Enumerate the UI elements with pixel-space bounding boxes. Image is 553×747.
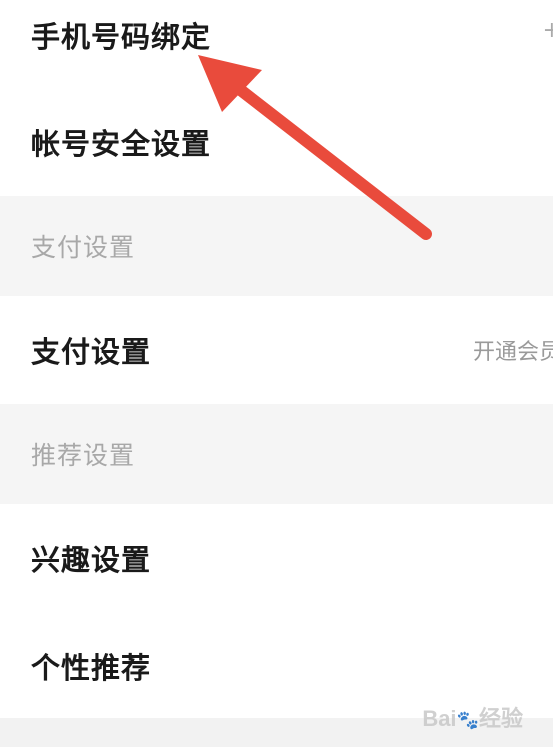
payment-section-title: 支付设置 <box>31 233 136 262</box>
payment-settings-row[interactable]: 支付设置 开通会员 <box>0 296 553 404</box>
personal-recommend-label: 个性推荐 <box>31 651 152 685</box>
payment-settings-value: 开通会员 <box>472 340 553 365</box>
settings-page: 手机号码绑定 + 帐号安全设置 支付设置 支付设置 开通会员 推荐设置 兴趣设置… <box>0 0 553 747</box>
watermark-suffix: 经验 <box>478 706 523 731</box>
baidu-watermark: Bai🐾经验 <box>422 701 523 733</box>
phone-binding-row[interactable]: 手机号码绑定 + <box>0 0 553 88</box>
account-security-row[interactable]: 帐号安全设置 <box>0 88 553 196</box>
recommend-section-header: 推荐设置 <box>0 404 553 504</box>
watermark-brand: Bai <box>422 706 457 731</box>
payment-settings-label: 支付设置 <box>31 335 152 369</box>
recommend-section-title: 推荐设置 <box>31 441 136 470</box>
paw-icon: 🐾 <box>456 709 479 730</box>
interest-settings-row[interactable]: 兴趣设置 <box>0 504 553 612</box>
interest-settings-label: 兴趣设置 <box>31 543 152 577</box>
account-security-label: 帐号安全设置 <box>31 127 212 161</box>
phone-binding-label: 手机号码绑定 <box>31 20 212 54</box>
payment-section-header: 支付设置 <box>0 196 553 296</box>
phone-binding-value: + <box>542 18 553 43</box>
